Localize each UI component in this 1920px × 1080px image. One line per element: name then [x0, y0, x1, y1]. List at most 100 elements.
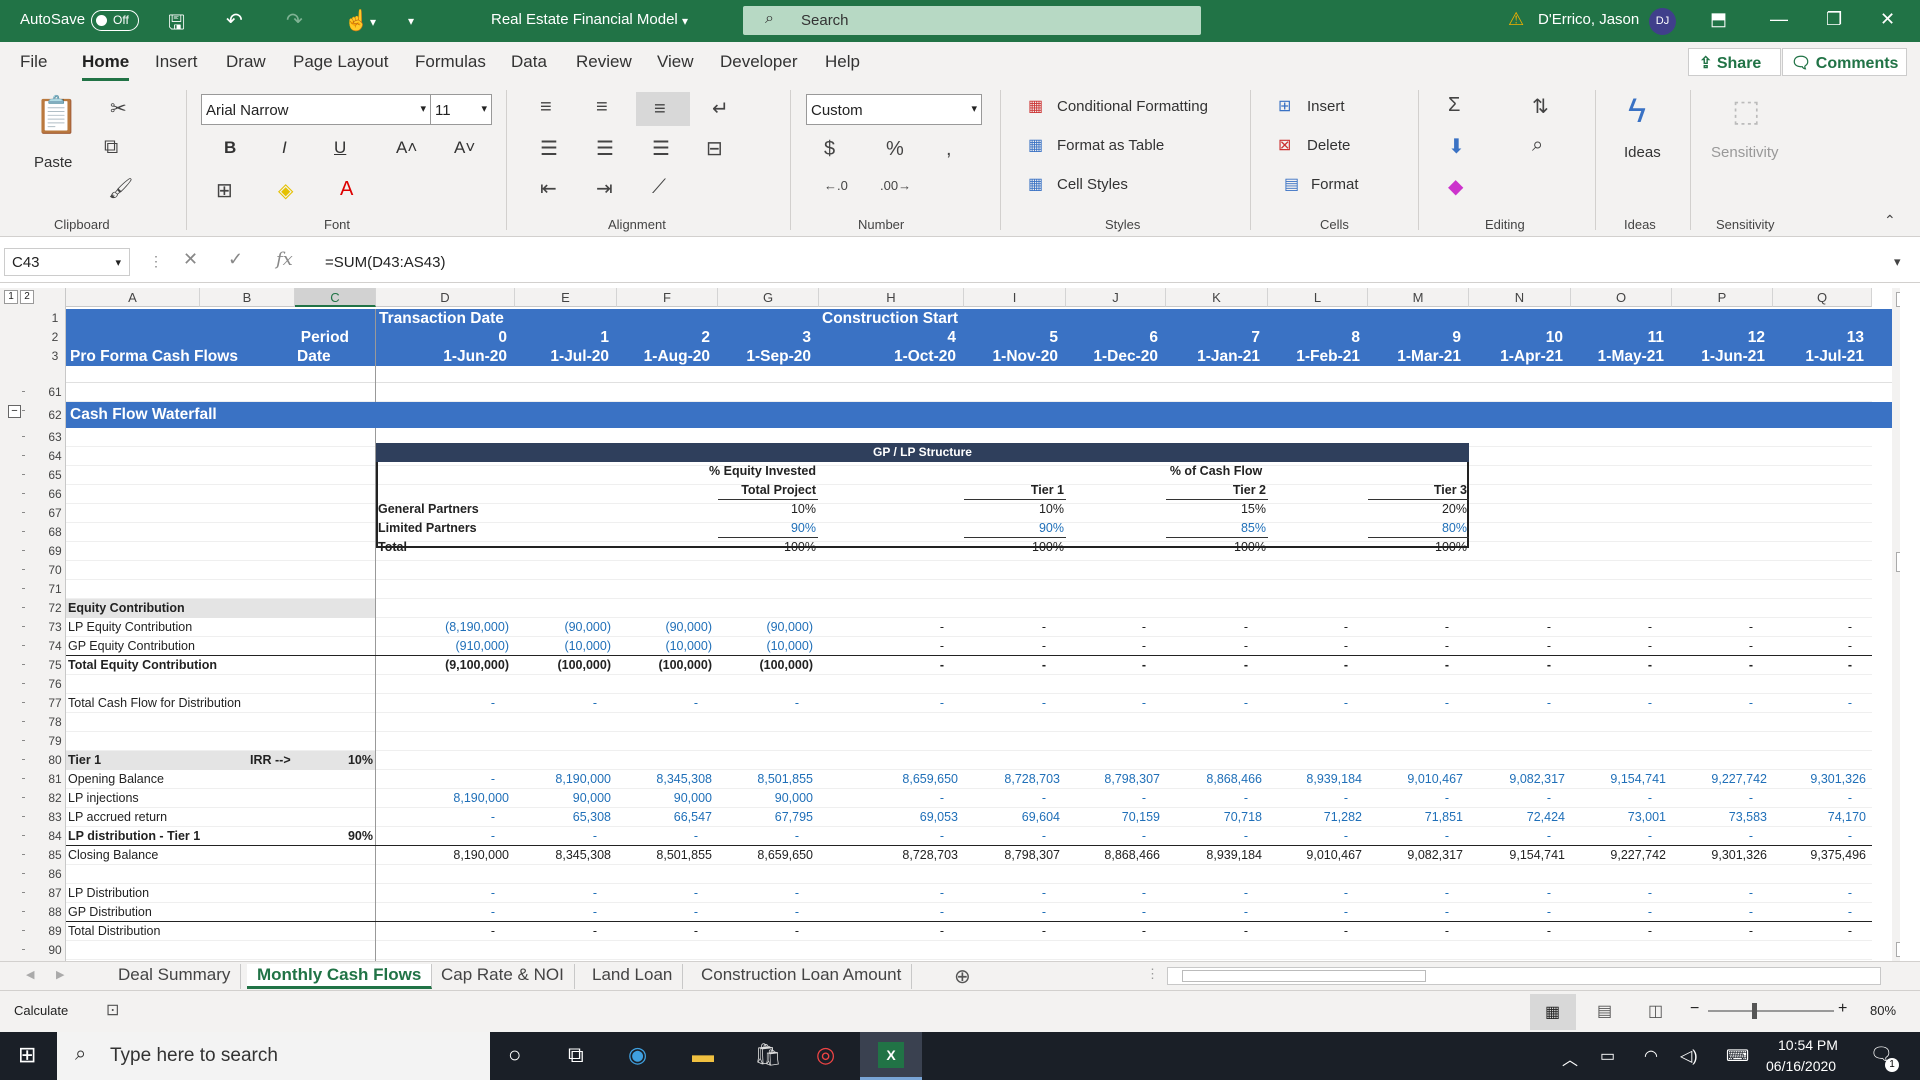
period-date[interactable]: 1-Jul-21 [1773, 347, 1864, 366]
row-header-90[interactable]: 90 [44, 941, 66, 960]
total_dist-value[interactable]: - [1571, 922, 1652, 941]
closing-value[interactable]: 9,375,496 [1773, 846, 1866, 865]
lp_inj-value[interactable]: - [1268, 789, 1348, 808]
total_cf-value[interactable]: - [1268, 694, 1348, 713]
lp_accr-value[interactable]: 65,308 [515, 808, 611, 827]
paste-button[interactable]: Paste [34, 154, 72, 171]
lp_dist_t1-value[interactable]: - [1166, 827, 1248, 846]
align-right-icon[interactable]: ☰ [652, 136, 670, 161]
closing-value[interactable]: 8,728,703 [819, 846, 958, 865]
split-handle-icon[interactable]: ⋮ [1146, 966, 1159, 982]
lp_inj-value[interactable]: 90,000 [617, 789, 712, 808]
opening-value[interactable]: 8,939,184 [1268, 770, 1362, 789]
period-number[interactable]: 12 [1672, 328, 1765, 347]
lp_dist_t1-value[interactable]: - [376, 827, 495, 846]
row-header-80[interactable]: 80 [44, 751, 66, 770]
column-header-i[interactable]: I [964, 288, 1066, 307]
lp_inj-value[interactable]: - [1368, 789, 1449, 808]
volume-icon[interactable]: ◁) [1680, 1046, 1698, 1066]
tab-view[interactable]: View [657, 52, 694, 72]
period-number[interactable]: 11 [1571, 328, 1664, 347]
gp_dist-value[interactable]: - [1368, 903, 1449, 922]
gp_dist-value[interactable]: - [1773, 903, 1852, 922]
clock-date[interactable]: 06/16/2020 [1766, 1058, 1836, 1074]
gplp-row-label[interactable]: General Partners [378, 500, 479, 519]
lp_inj-value[interactable]: 8,190,000 [376, 789, 509, 808]
lp_dist-label[interactable]: LP Distribution [68, 884, 149, 903]
row-header-68[interactable]: 68 [44, 523, 66, 542]
gp_dist-value[interactable]: - [1469, 903, 1551, 922]
lp_equity-value[interactable]: - [1773, 618, 1852, 637]
gplp-tier-value[interactable]: 10% [964, 500, 1064, 519]
lp_accr-label[interactable]: LP accrued return [68, 808, 167, 827]
bold-button[interactable]: B [224, 138, 236, 158]
tab-review[interactable]: Review [576, 52, 632, 72]
opening-value[interactable]: 8,345,308 [617, 770, 712, 789]
closing-value[interactable]: 8,939,184 [1166, 846, 1262, 865]
lp_dist_t1-value[interactable]: - [1268, 827, 1348, 846]
gplp-equity-value[interactable]: 100% [718, 538, 816, 557]
scroll-up-button[interactable]: ▲ [1896, 292, 1900, 307]
tab-draw[interactable]: Draw [226, 52, 266, 72]
outline-level-1-button[interactable]: 1 [4, 290, 18, 304]
row-header-72[interactable]: 72 [44, 599, 66, 618]
lp_inj-value[interactable]: - [1469, 789, 1551, 808]
increase-font-icon[interactable]: A˄ [396, 138, 417, 158]
closing-value[interactable]: 9,154,741 [1469, 846, 1565, 865]
column-header-a[interactable]: A [66, 288, 200, 307]
customize-qat-icon[interactable]: ▾ [408, 14, 414, 28]
column-header-e[interactable]: E [515, 288, 617, 307]
gp_equity-value[interactable]: - [1268, 637, 1348, 656]
opening-value[interactable]: 8,659,650 [819, 770, 958, 789]
column-header-c[interactable]: C [295, 288, 376, 307]
total_equity-value[interactable]: - [1368, 656, 1449, 675]
closing-value[interactable]: 9,082,317 [1368, 846, 1463, 865]
gp_dist-value[interactable]: - [964, 903, 1046, 922]
zoom-out-icon[interactable]: − [1690, 1000, 1699, 1018]
lp_dist_t1-value[interactable]: - [1571, 827, 1652, 846]
cancel-icon[interactable]: ✕ [183, 249, 198, 270]
opening-value[interactable]: 8,868,466 [1166, 770, 1262, 789]
total_dist-value[interactable]: - [617, 922, 698, 941]
lp_dist-value[interactable]: - [376, 884, 495, 903]
keyboard-icon[interactable]: ⌨ [1726, 1046, 1749, 1066]
lp_accr-value[interactable]: 74,170 [1773, 808, 1866, 827]
gp_equity-value[interactable]: (910,000) [376, 637, 509, 656]
gplp-row-label[interactable]: Total [378, 538, 407, 557]
gplp-tier-value[interactable]: 20% [1368, 500, 1467, 519]
total_cf-value[interactable]: - [1672, 694, 1753, 713]
row-header-67[interactable]: 67 [44, 504, 66, 523]
row-header-2[interactable]: 2 [44, 328, 66, 347]
closing-label[interactable]: Closing Balance [68, 846, 158, 865]
title-dropdown-icon[interactable]: ▾ [682, 14, 688, 28]
total_equity-value[interactable]: - [1268, 656, 1348, 675]
period-date[interactable]: 1-May-21 [1571, 347, 1664, 366]
lp_accr-value[interactable]: 71,851 [1368, 808, 1463, 827]
row-header-82[interactable]: 82 [44, 789, 66, 808]
lp_accr-value[interactable]: 72,424 [1469, 808, 1565, 827]
lp_inj-value[interactable]: - [819, 789, 944, 808]
total_dist-value[interactable]: - [819, 922, 944, 941]
orientation-icon[interactable]: ⟋ [652, 176, 666, 199]
wrap-text-icon[interactable]: ↵ [712, 96, 729, 121]
period-number[interactable]: 0 [376, 328, 507, 347]
construction-start-label[interactable]: Construction Start [822, 309, 965, 328]
gp_equity-label[interactable]: GP Equity Contribution [68, 637, 195, 656]
total_cf-value[interactable]: - [964, 694, 1046, 713]
close-icon[interactable]: ✕ [1880, 9, 1895, 30]
lp_equity-value[interactable]: (8,190,000) [376, 618, 509, 637]
borders-icon[interactable]: ⊞ [216, 178, 233, 203]
row-header-78[interactable]: 78 [44, 713, 66, 732]
period-date[interactable]: 1-Aug-20 [617, 347, 710, 366]
italic-button[interactable]: I [282, 138, 287, 158]
total_dist-value[interactable]: - [1469, 922, 1551, 941]
lp_accr-value[interactable]: 73,001 [1571, 808, 1666, 827]
lp_equity-value[interactable]: - [1571, 618, 1652, 637]
gp_dist-value[interactable]: - [1571, 903, 1652, 922]
task-view-icon[interactable]: ⧉ [568, 1042, 584, 1068]
touch-dropdown-icon[interactable]: ▾ [370, 15, 376, 29]
cut-icon[interactable]: ✂ [110, 96, 127, 121]
format-painter-icon[interactable]: 🖌 [108, 176, 133, 201]
total_equity-value[interactable]: - [1469, 656, 1551, 675]
increase-decimal-icon[interactable]: ←.0 [824, 178, 848, 193]
